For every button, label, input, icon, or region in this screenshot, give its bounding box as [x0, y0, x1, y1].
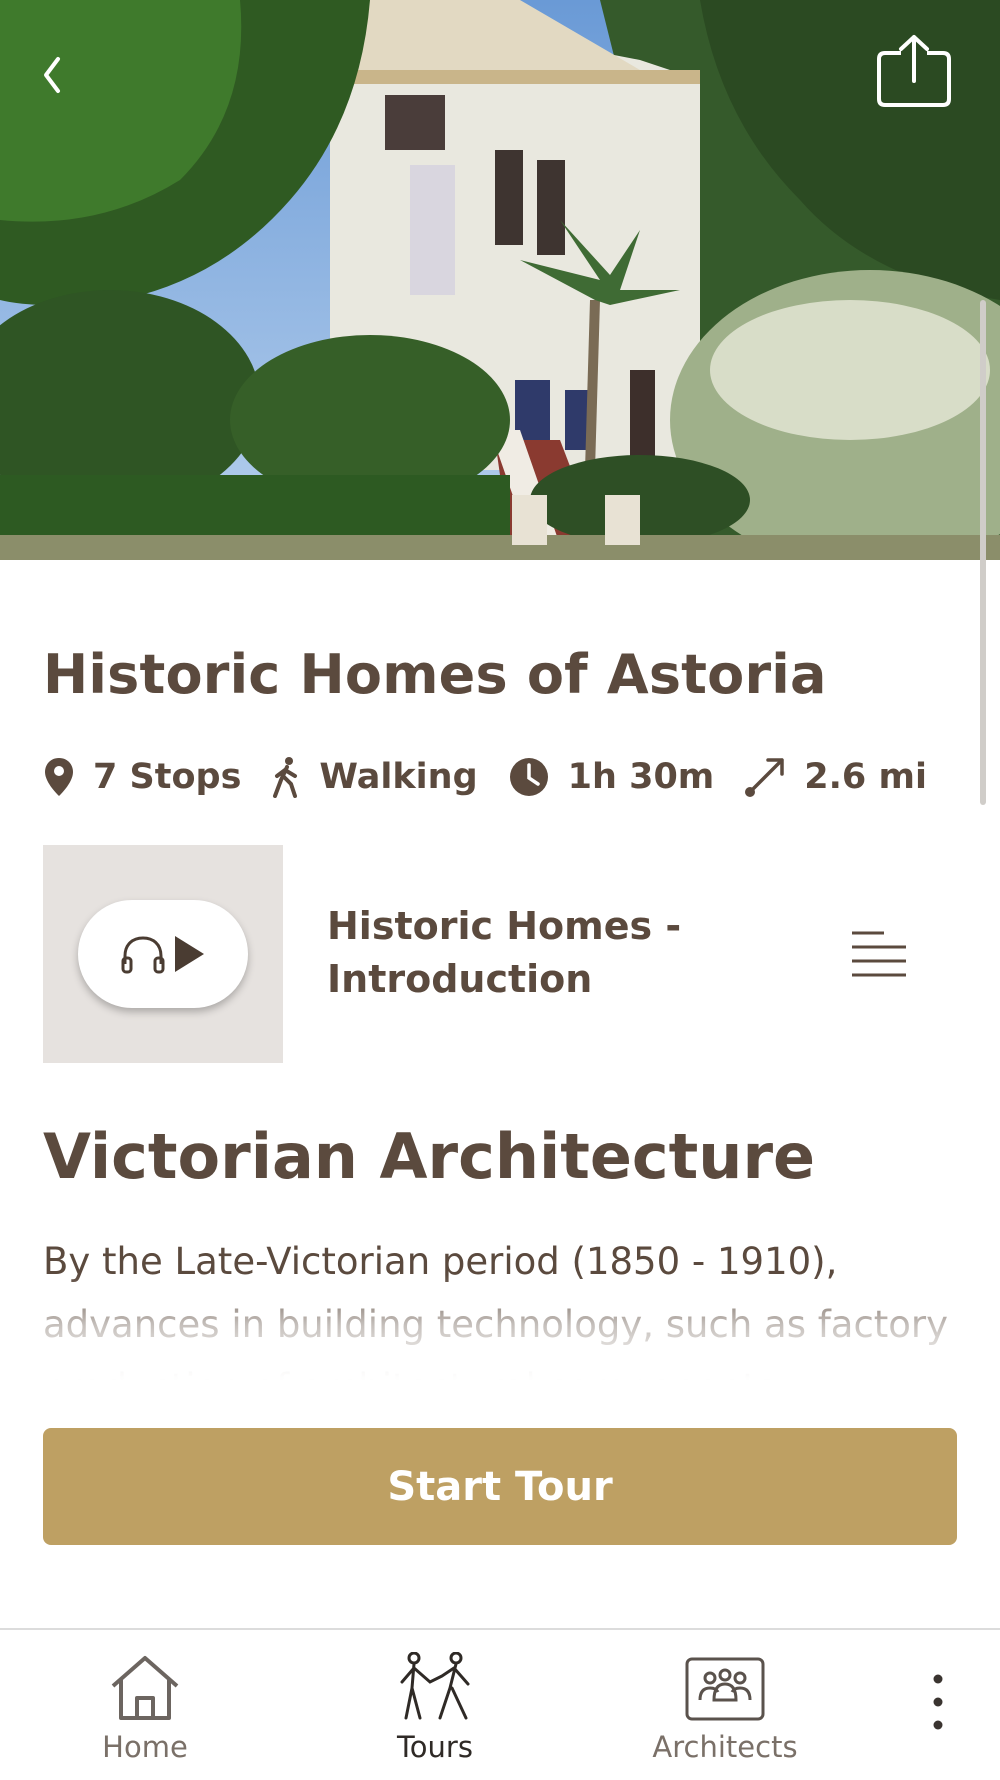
- tour-title: Historic Homes of Astoria: [43, 643, 827, 706]
- audio-thumbnail: [43, 845, 283, 1063]
- duration-label: 1h 30m: [567, 757, 715, 797]
- group-icon: [685, 1657, 765, 1721]
- section-body: By the Late-Victorian period (1850 - 191…: [43, 1240, 949, 1380]
- scrollbar[interactable]: [980, 300, 986, 805]
- share-icon: [877, 35, 951, 107]
- section-title: Victorian Architecture: [43, 1120, 816, 1193]
- duration-info: 1h 30m: [508, 756, 715, 798]
- walking-couple-icon: [400, 1652, 470, 1720]
- bottom-tab-bar: Home Tours Architects: [0, 1628, 1000, 1780]
- distance-icon: [745, 758, 785, 797]
- tour-meta: 7 Stops Walking 1h 30m 2.6 mi: [43, 752, 957, 802]
- mode-info: Walking: [271, 756, 478, 798]
- walking-icon: [273, 757, 298, 798]
- distance-info: 2.6 mi: [744, 756, 927, 798]
- clock-icon: [509, 758, 548, 796]
- stops-info: 7 Stops: [43, 756, 241, 798]
- play-icon: [175, 936, 204, 972]
- audio-play-button[interactable]: [78, 900, 248, 1008]
- tab-architects[interactable]: Architects: [625, 1630, 825, 1780]
- playlist-icon: [852, 931, 906, 977]
- start-tour-label: Start Tour: [387, 1463, 613, 1510]
- audio-title[interactable]: Historic Homes - Introduction: [327, 900, 747, 1006]
- tab-home[interactable]: Home: [45, 1630, 245, 1780]
- playlist-button[interactable]: [848, 925, 910, 985]
- chevron-left-icon: [44, 57, 60, 93]
- back-button[interactable]: [30, 45, 74, 105]
- share-button[interactable]: [875, 33, 953, 109]
- more-vertical-icon: [933, 1674, 943, 1730]
- tab-tours-label: Tours: [397, 1730, 473, 1764]
- headphones-icon: [121, 936, 165, 974]
- tab-architects-label: Architects: [652, 1730, 798, 1764]
- distance-label: 2.6 mi: [804, 757, 927, 797]
- home-icon: [111, 1656, 179, 1720]
- start-tour-button[interactable]: Start Tour: [43, 1428, 957, 1545]
- mode-label: Walking: [319, 757, 478, 797]
- stops-label: 7 Stops: [93, 757, 242, 797]
- location-pin-icon: [45, 758, 73, 796]
- tab-tours[interactable]: Tours: [335, 1630, 535, 1780]
- tab-home-label: Home: [102, 1730, 188, 1764]
- more-button[interactable]: [918, 1665, 958, 1745]
- hero-image: [0, 0, 1000, 560]
